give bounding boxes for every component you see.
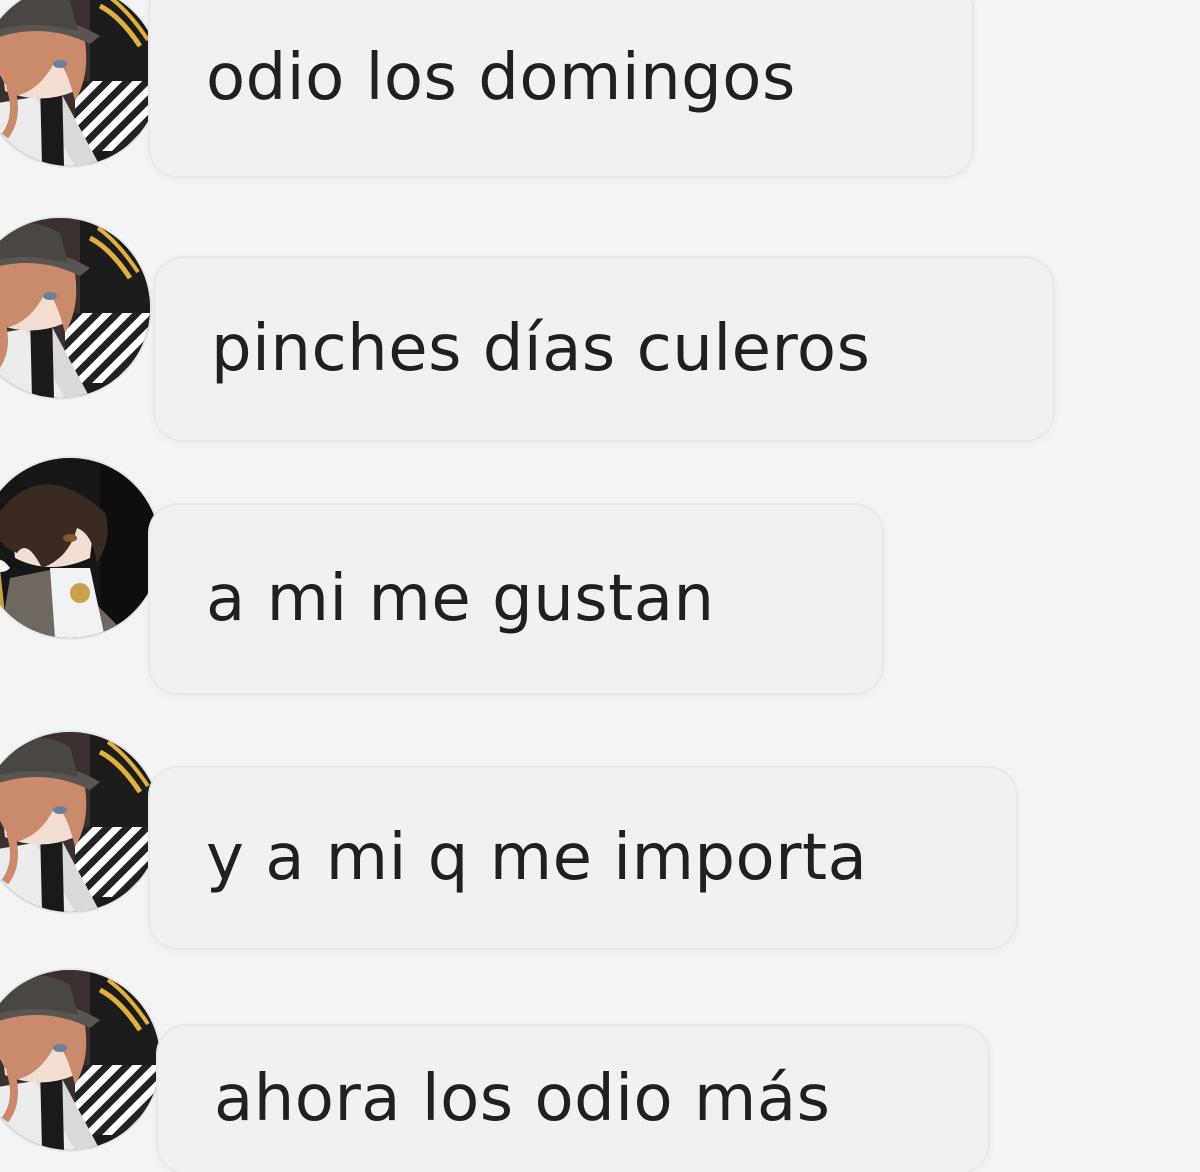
message-bubble[interactable]: y a mi q me importa (150, 768, 1016, 948)
message-text: pinches días culeros (211, 312, 871, 386)
chat-conversation: odio los domingos pinches días culeros a… (0, 0, 1200, 1172)
chuuya-avatar[interactable] (0, 218, 150, 398)
message-bubble[interactable]: a mi me gustan (150, 505, 882, 693)
message-text: odio los domingos (206, 41, 796, 115)
message-text: y a mi q me importa (206, 821, 868, 895)
chuuya-avatar[interactable] (0, 970, 160, 1150)
dazai-avatar[interactable] (0, 458, 160, 638)
message-bubble[interactable]: odio los domingos (150, 0, 972, 176)
message-text: a mi me gustan (206, 562, 715, 636)
message-text: ahora los odio más (214, 1062, 831, 1136)
chuuya-avatar[interactable] (0, 732, 160, 912)
message-bubble[interactable]: pinches días culeros (155, 258, 1053, 440)
message-bubble[interactable]: ahora los odio más (158, 1026, 988, 1172)
chuuya-avatar[interactable] (0, 0, 160, 166)
